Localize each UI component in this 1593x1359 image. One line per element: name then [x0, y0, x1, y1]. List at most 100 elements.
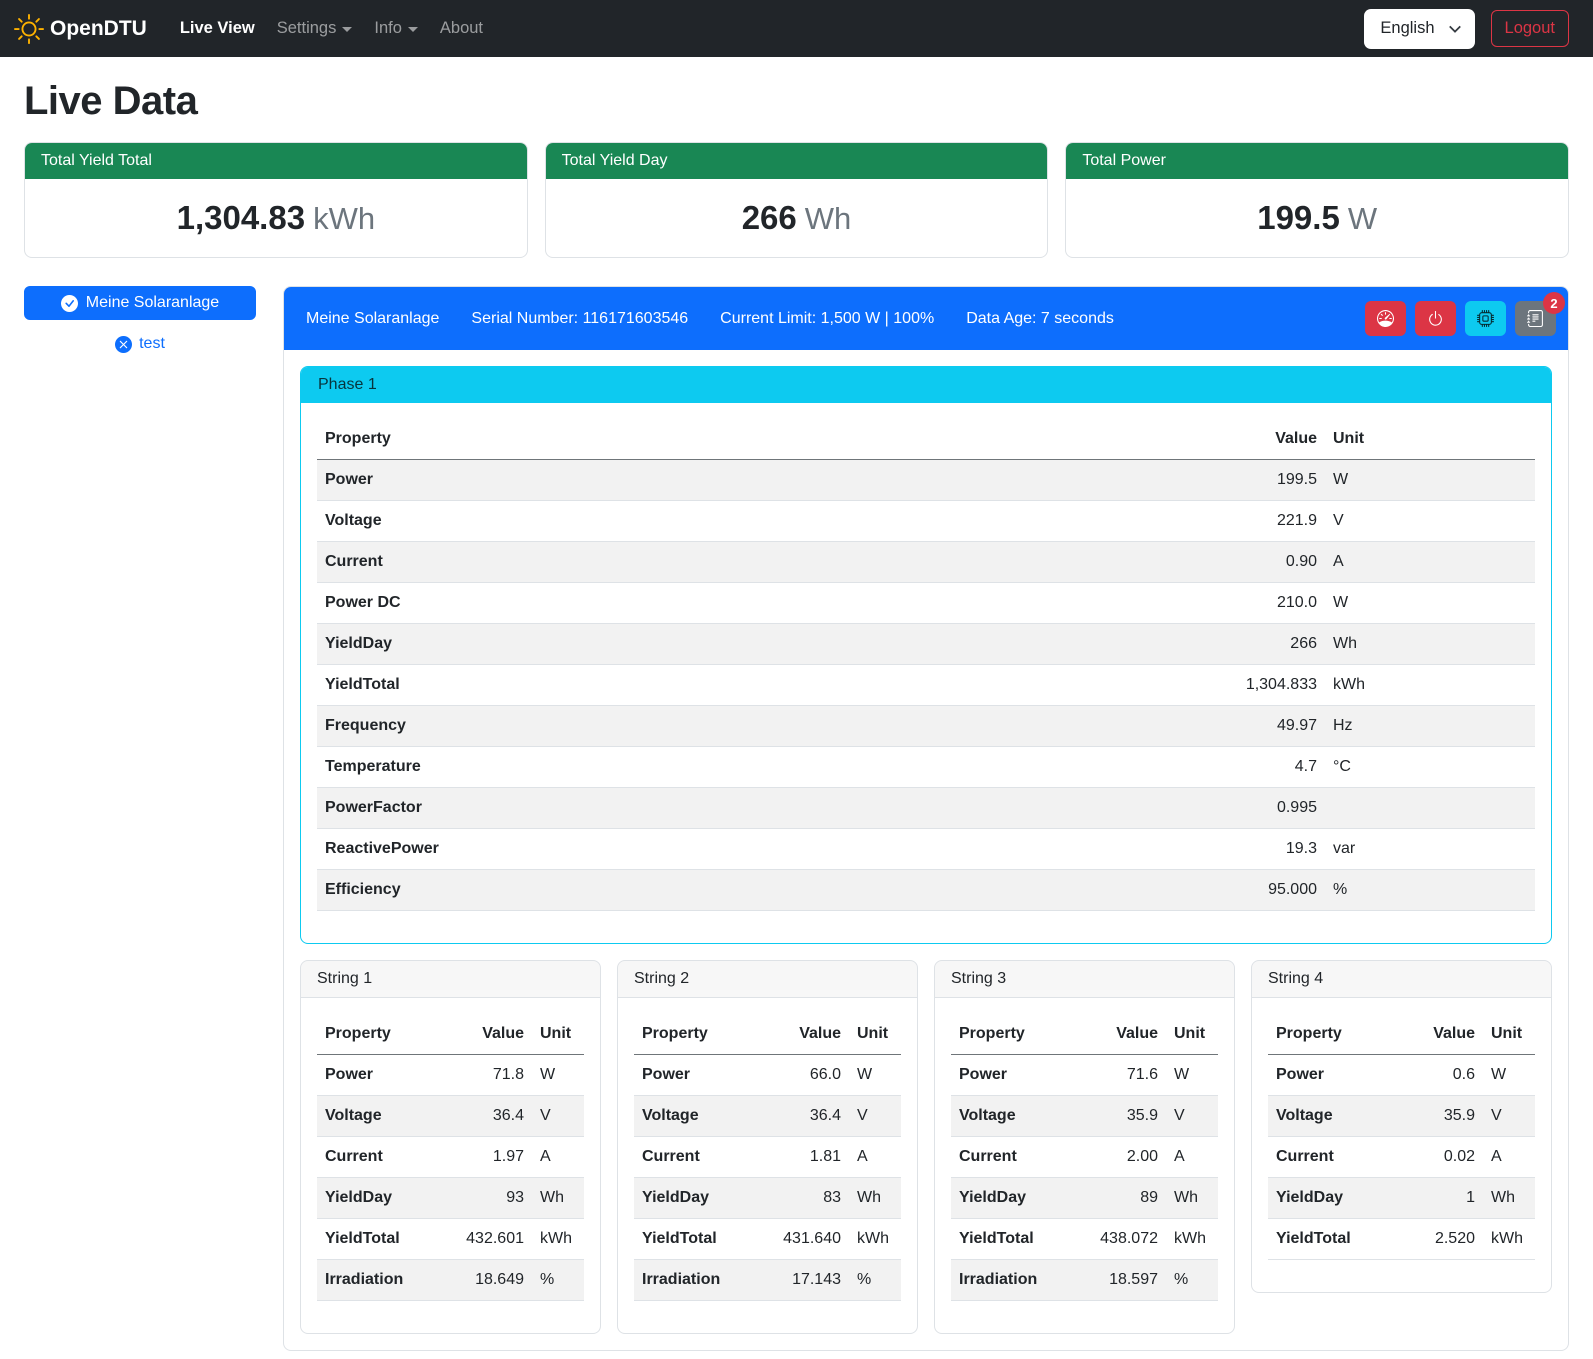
logout-button[interactable]: Logout [1491, 10, 1569, 47]
card-title: Total Power [1066, 143, 1568, 179]
value-cell: 2.520 [1395, 1219, 1483, 1260]
string-card-title: String 3 [935, 961, 1234, 998]
unit-cell: V [1325, 501, 1535, 542]
value-cell: 210.0 [1195, 583, 1325, 624]
value-cell: 199.5 [1195, 460, 1325, 501]
nav-item-settings[interactable]: Settings [266, 11, 364, 46]
card-body: 1,304.83kWh [25, 179, 527, 257]
inverter-select-button[interactable]: Meine Solaranlage [24, 286, 256, 320]
summary-cards: Total Yield Total 1,304.83kWh Total Yiel… [24, 142, 1569, 258]
nav-item-about[interactable]: About [429, 11, 494, 46]
property-cell: Current [317, 542, 1195, 583]
card-body: 266Wh [546, 179, 1048, 257]
value-cell: 35.9 [1078, 1096, 1166, 1137]
string-card-title: String 4 [1252, 961, 1551, 998]
summary-unit: Wh [805, 201, 852, 236]
value-cell: 19.3 [1195, 829, 1325, 870]
value-cell: 266 [1195, 624, 1325, 665]
nav-item-label: About [440, 19, 483, 38]
unit-cell: A [1166, 1137, 1218, 1178]
table-row: Power0.6W [1268, 1055, 1535, 1096]
property-cell: YieldTotal [1268, 1219, 1395, 1260]
table-row: Voltage36.4V [317, 1096, 584, 1137]
unit-cell: W [1483, 1055, 1535, 1096]
table-row: Current1.81A [634, 1137, 901, 1178]
property-cell: Power [634, 1055, 761, 1096]
device-info-button[interactable] [1465, 301, 1506, 336]
event-log-button[interactable]: 2 [1515, 301, 1556, 336]
unit-cell: °C [1325, 747, 1535, 788]
value-cell: 1.97 [444, 1137, 532, 1178]
table-row: Voltage35.9V [1268, 1096, 1535, 1137]
chevron-down-icon [1448, 22, 1462, 36]
nav-item-label: Settings [277, 19, 337, 38]
property-cell: YieldTotal [951, 1219, 1078, 1260]
table-header-row: Property Value Unit [317, 1014, 584, 1055]
nav-item-info[interactable]: Info [363, 11, 429, 46]
column-header-value: Value [1078, 1014, 1166, 1055]
column-header-unit: Unit [849, 1014, 901, 1055]
value-cell: 0.90 [1195, 542, 1325, 583]
property-cell: Power [317, 1055, 444, 1096]
total-yield-total-card: Total Yield Total 1,304.83kWh [24, 142, 528, 258]
inverter-item-test[interactable]: test [24, 335, 256, 353]
value-cell: 17.143 [761, 1260, 849, 1301]
table-row: Current1.97A [317, 1137, 584, 1178]
column-header-value: Value [1195, 419, 1325, 460]
value-cell: 0.02 [1395, 1137, 1483, 1178]
inverter-panel-header: Meine Solaranlage Serial Number: 1161716… [284, 287, 1568, 350]
string-3-table: Property Value Unit Power71.6WVoltage35.… [951, 1014, 1218, 1301]
column-header-property: Property [951, 1014, 1078, 1055]
table-row: YieldDay89Wh [951, 1178, 1218, 1219]
value-cell: 18.597 [1078, 1260, 1166, 1301]
summary-value: 199.5 [1257, 199, 1340, 236]
nav-item-live-view[interactable]: Live View [169, 11, 266, 46]
inverter-serial: Serial Number: 116171603546 [471, 310, 688, 328]
table-row: Frequency49.97Hz [317, 706, 1535, 747]
table-row: Current0.90A [317, 542, 1535, 583]
card-title: Total Yield Day [546, 143, 1048, 179]
property-cell: YieldDay [317, 1178, 444, 1219]
property-cell: Voltage [317, 501, 1195, 542]
unit-cell: A [1483, 1137, 1535, 1178]
nav-item-label: Live View [180, 19, 255, 38]
table-row: Power71.6W [951, 1055, 1218, 1096]
unit-cell: kWh [1483, 1219, 1535, 1260]
string-1-card: String 1 Property Value Unit [300, 960, 601, 1334]
table-row: ReactivePower19.3var [317, 829, 1535, 870]
brand[interactable]: OpenDTU [14, 14, 147, 44]
table-row: Voltage221.9V [317, 501, 1535, 542]
property-cell: YieldTotal [317, 1219, 444, 1260]
table-row: YieldTotal1,304.833kWh [317, 665, 1535, 706]
column-header-unit: Unit [1483, 1014, 1535, 1055]
property-cell: YieldDay [317, 624, 1195, 665]
column-header-unit: Unit [1166, 1014, 1218, 1055]
property-cell: Current [317, 1137, 444, 1178]
summary-value: 266 [742, 199, 797, 236]
property-cell: Voltage [317, 1096, 444, 1137]
table-row: Power DC210.0W [317, 583, 1535, 624]
power-toggle-button[interactable] [1415, 301, 1456, 336]
speedometer-icon [1377, 310, 1394, 327]
value-cell: 438.072 [1078, 1219, 1166, 1260]
column-header-property: Property [1268, 1014, 1395, 1055]
value-cell: 71.8 [444, 1055, 532, 1096]
table-header-row: Property Value Unit [317, 419, 1535, 460]
language-select[interactable]: English [1364, 9, 1474, 49]
limit-settings-button[interactable] [1365, 301, 1406, 336]
top-navbar: OpenDTU Live View Settings Info About En… [0, 0, 1593, 57]
inverter-actions: 2 [1365, 301, 1556, 336]
property-cell: ReactivePower [317, 829, 1195, 870]
string-4-card: String 4 Property Value Unit [1251, 960, 1552, 1293]
value-cell: 431.640 [761, 1219, 849, 1260]
unit-cell: V [532, 1096, 584, 1137]
x-circle-icon [115, 336, 132, 353]
property-cell: Voltage [951, 1096, 1078, 1137]
total-power-card: Total Power 199.5W [1065, 142, 1569, 258]
language-value: English [1380, 19, 1434, 38]
unit-cell: W [1166, 1055, 1218, 1096]
property-cell: Power [317, 460, 1195, 501]
phase-table: Property Value Unit Power199.5WVoltage22… [317, 419, 1535, 911]
unit-cell: V [1166, 1096, 1218, 1137]
property-cell: YieldDay [634, 1178, 761, 1219]
